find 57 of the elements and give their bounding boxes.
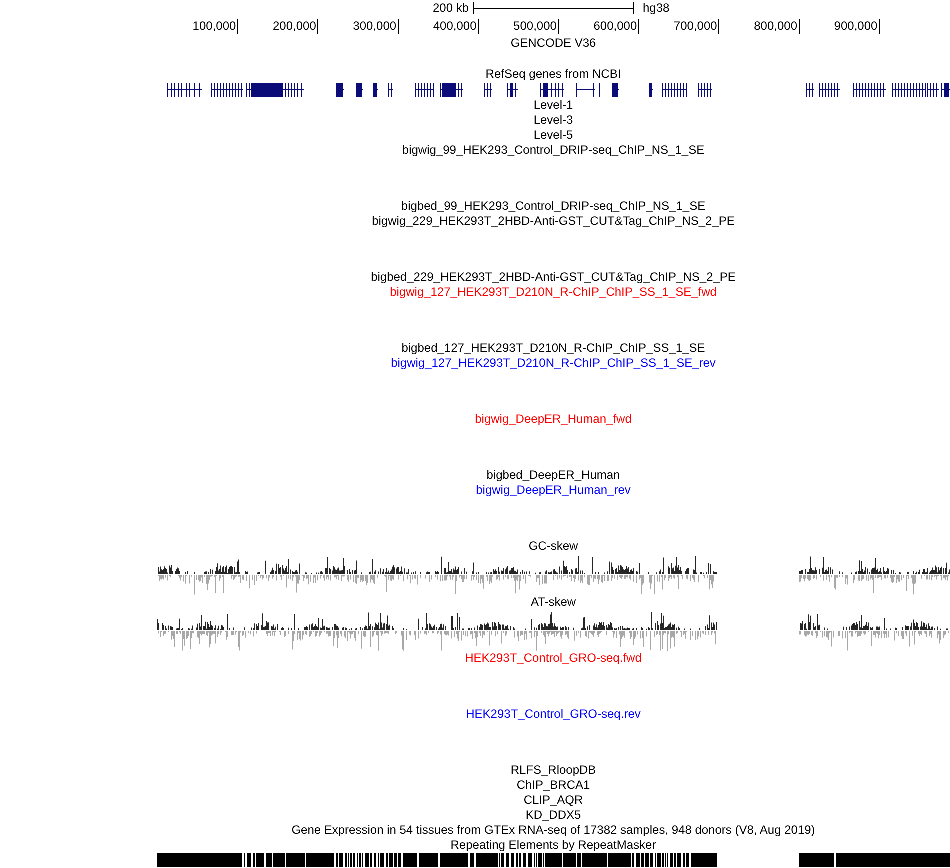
gene-model [167, 83, 202, 97]
gene-model [388, 83, 393, 97]
track-label: KD_DDX5 [526, 808, 582, 823]
gene-model [662, 83, 687, 97]
ruler-tick-label: 300,000 [353, 18, 399, 34]
track-label: AT-skew [530, 595, 576, 610]
gene-model [246, 83, 304, 97]
ruler-tick-label: 500,000 [514, 18, 559, 34]
track-label: bigbed_127_HEK293T_D210N_R-ChIP_ChIP_SS_1_SE [402, 341, 706, 356]
track-label: GC-skew [528, 539, 578, 554]
gene-model [612, 83, 619, 97]
scale-length-label: 200 kb [432, 1, 469, 15]
track-label: CLIP_AQR [524, 793, 584, 808]
gene-model [941, 83, 950, 97]
ruler-tick-label: 700,000 [674, 18, 720, 34]
ruler-tick-label: 100,000 [192, 18, 238, 34]
ruler-tick-label: 600,000 [594, 18, 640, 34]
gene-model [853, 83, 886, 97]
gene-model [698, 83, 712, 97]
track-label: Level-1 [534, 98, 574, 113]
track-label: HEK293T_Control_GRO-seq.rev [466, 707, 641, 722]
track-label: GENCODE V36 [510, 36, 596, 51]
track-label: HEK293T_Control_GRO-seq.fwd [465, 651, 642, 666]
track-label: bigbed_229_HEK293T_2HBD-Anti-GST_CUT&Tag_ChIP_NS_2_PE [371, 270, 736, 285]
gene-model [806, 83, 814, 97]
gene-model [373, 83, 378, 97]
track-label: Level-3 [534, 113, 574, 128]
gene-model [415, 83, 434, 97]
gene-model [356, 83, 363, 97]
track-label: ChIP_BRCA1 [516, 778, 590, 793]
gene-model [540, 83, 564, 97]
track-label: Level-5 [534, 128, 574, 143]
gene-model [484, 83, 492, 97]
gene-model [576, 83, 595, 97]
gene-model [649, 83, 653, 97]
track-label: RefSeq genes from NCBI [486, 67, 622, 82]
gene-model [211, 83, 243, 97]
track-label: bigbed_DeepER_Human [486, 468, 620, 483]
assembly-label: hg38 [643, 1, 670, 15]
track-label: bigwig_99_HEK293_Control_DRIP-seq_ChIP_NS_1_SE [402, 143, 705, 158]
track-label: RLFS_RloopDB [510, 763, 596, 778]
gene-model [336, 83, 344, 97]
track-label: bigwig_127_HEK293T_D210N_R-ChIP_ChIP_SS_1_SE_rev [391, 356, 716, 371]
track-label: Repeating Elements by RepeatMasker [450, 838, 656, 853]
ruler-tick-label: 200,000 [272, 18, 318, 34]
track-label: bigwig_DeepER_Human_rev [476, 483, 631, 498]
ruler-tick-label: 800,000 [754, 18, 800, 34]
ruler-tick-label: 900,000 [834, 18, 880, 34]
gene-model [819, 83, 840, 97]
track-label: bigwig_229_HEK293T_2HBD-Anti-GST_CUT&Tag_ChIP_NS_2_PE [372, 214, 735, 229]
gene-model [440, 83, 463, 97]
track-label: bigwig_DeepER_Human_fwd [475, 412, 632, 427]
track-label: bigwig_127_HEK293T_D210N_R-ChIP_ChIP_SS_1_SE_fwd [390, 285, 717, 300]
track-label: bigbed_99_HEK293_Control_DRIP-seq_ChIP_NS_1_SE [401, 199, 706, 214]
gene-model [507, 83, 518, 97]
track-label: Gene Expression in 54 tissues from GTEx RNA-seq of 17382 samples, 948 donors (V8, Aug 2019) [292, 823, 816, 838]
ruler-tick-label: 400,000 [433, 18, 479, 34]
